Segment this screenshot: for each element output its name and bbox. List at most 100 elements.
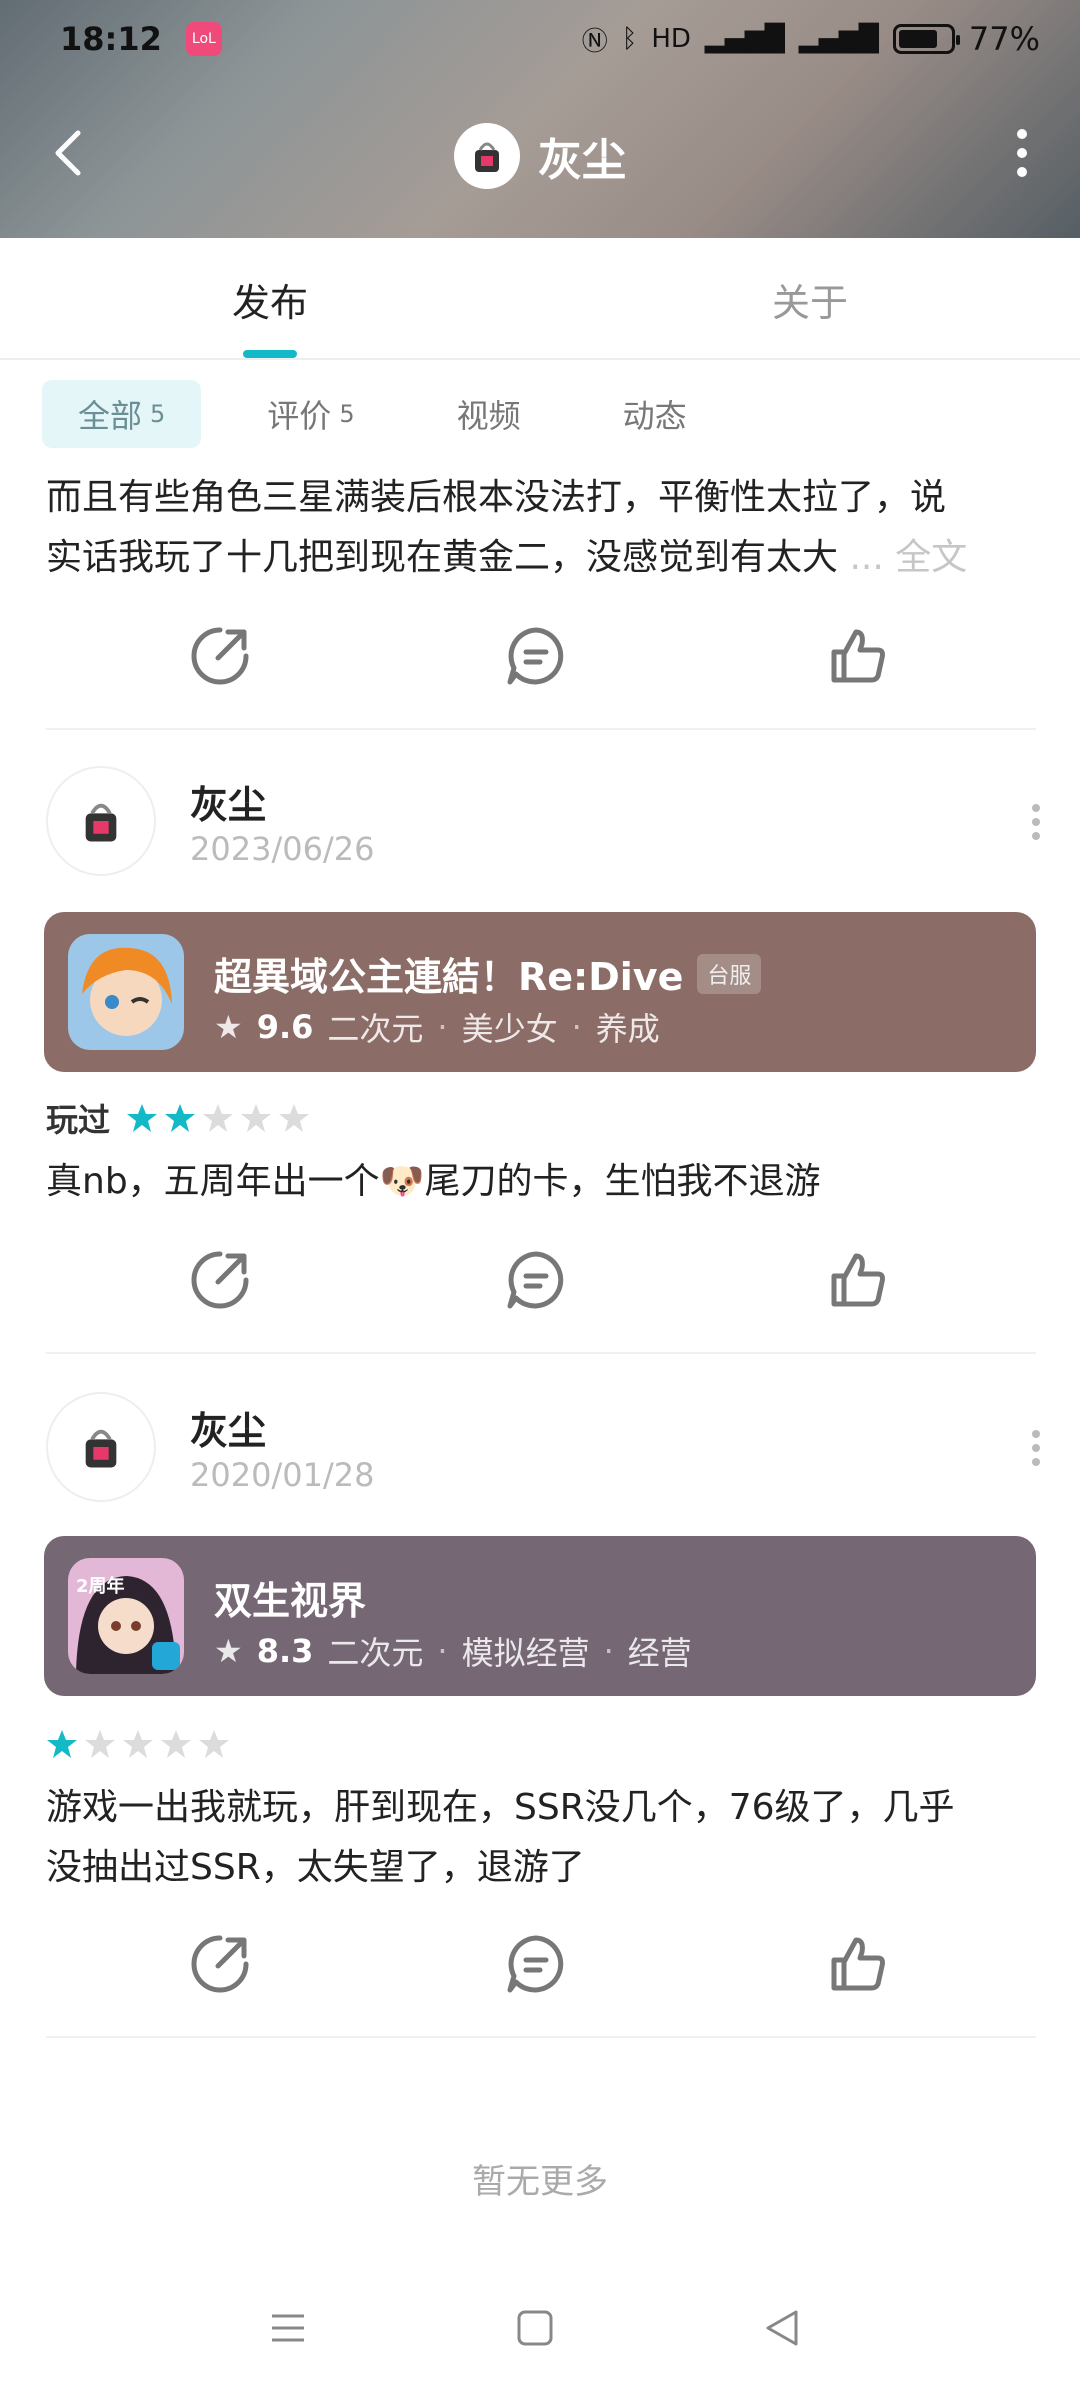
user-name[interactable]: 灰尘 [190,1400,266,1455]
share-icon [191,1935,249,1993]
game-name: 双生视界 [214,1579,367,1623]
menu-icon [272,2314,304,2342]
review-text-line: 游戏一出我就玩，肝到现在，SSR没几个，76级了，几乎 [46,1787,955,1828]
star-empty-icon [199,1730,229,1758]
review-more-button[interactable] [1026,804,1046,844]
menu-button[interactable] [258,2298,318,2358]
game-tag: 经营 [627,1634,692,1672]
hd-icon: HD [651,24,691,54]
review-date: 2020/01/28 [190,1456,375,1494]
tab-about[interactable]: 关于 [540,238,1080,358]
game-title: 双生视界 [214,1570,366,1625]
read-more-link[interactable]: ... 全文 [849,537,967,578]
divider [46,728,1036,730]
no-more-label: 暂无更多 [472,2162,608,2202]
tab-publish-label: 发布 [231,281,308,325]
game-meta: ★ 8.3 二次元 · 模拟经营 · 经营 [214,1628,692,1674]
top-nav: 灰尘 [0,115,1080,195]
comment-button[interactable] [496,616,576,696]
tab-publish[interactable]: 发布 [0,238,540,358]
tab-indicator [243,350,297,358]
rating [46,1722,230,1766]
post-text-line: 实话我玩了十几把到现在黄金二，没感觉到有太大 [46,537,839,578]
review-header: 灰尘 2023/06/26 [46,766,1046,878]
back-triangle-icon [766,2310,798,2346]
filter-all[interactable]: 全部 5 [42,380,202,448]
review-text[interactable]: 真nb，五周年出一个🐶尾刀的卡，生怕我不退游 [46,1152,1036,1212]
review-text-line: 真nb，五周年出一个🐶尾刀的卡，生怕我不退游 [46,1161,821,1202]
nav-back-button[interactable] [752,2298,812,2358]
star-empty-icon [279,1104,310,1132]
signal-4g-icon: ▂▄▆█ [704,24,785,54]
thumbs-up-icon [831,1937,885,1991]
share-icon [191,1251,249,1309]
game-tag: 养成 [595,1010,660,1048]
post-text-line: 而且有些角色三星满装后根本没法打，平衡性太拉了，说 [46,477,947,518]
game-icon [68,934,184,1050]
user-name[interactable]: 灰尘 [190,774,266,829]
star-empty-icon [85,1730,115,1758]
header-avatar[interactable] [454,123,520,189]
comment-icon [507,1935,564,1993]
bag-avatar-icon [85,803,117,842]
share-button[interactable] [180,1240,260,1320]
status-bar: 18:12 LoL Ⓝ ᛒ HD ▂▄▆█ ▂▄▆█ 77% [60,18,1040,60]
star-filled-icon [47,1730,77,1758]
filter-reviews-label: 评价 [267,397,332,435]
share-button[interactable] [180,1924,260,2004]
filter-all-label: 全部 [78,397,143,435]
review-more-button[interactable] [1026,1430,1046,1470]
like-button[interactable] [818,1924,898,2004]
like-button[interactable] [818,616,898,696]
review-text-line: 没抽出过SSR，太失望了，退游了 [46,1847,585,1888]
review-actions [0,1240,1080,1320]
comment-button[interactable] [496,1924,576,2004]
game-card[interactable]: 2周年 双生视界 ★ 8.3 二次元 · 模拟经营 · 经营 [44,1536,1036,1696]
star-icon: ★ [214,1008,243,1046]
share-button[interactable] [180,616,260,696]
game-title: 超異域公主連結！Re:Dive 台服 [214,946,762,1001]
comment-icon [507,1251,564,1309]
filter-reviews-count: 5 [339,400,355,428]
profile-header: 18:12 LoL Ⓝ ᛒ HD ▂▄▆█ ▂▄▆█ 77% 灰尘 [0,0,1080,238]
nfc-icon: Ⓝ [581,26,608,57]
thumbs-up-icon [831,629,885,683]
signal-4g-2-icon: ▂▄▆█ [798,24,879,54]
page-title: 灰尘 [538,135,626,186]
status-time: 18:12 [60,20,162,58]
filter-videos-label: 视频 [456,397,521,435]
share-icon [191,627,249,685]
game-score: 8.3 [256,1632,314,1670]
star-icon: ★ [214,1632,243,1670]
post-actions [0,616,1080,696]
like-button[interactable] [818,1240,898,1320]
game-score: 9.6 [256,1008,314,1046]
post-text[interactable]: 而且有些角色三星满装后根本没法打，平衡性太拉了，说 实话我玩了十几把到现在黄金二… [46,468,1036,588]
tab-about-label: 关于 [771,281,848,325]
more-options-button[interactable] [994,123,1050,183]
star-empty-icon [123,1730,153,1758]
home-button[interactable] [505,2298,565,2358]
avatar[interactable] [46,766,156,876]
avatar[interactable] [46,1392,156,1502]
filter-all-count: 5 [150,400,166,428]
divider [46,1352,1036,1354]
comment-button[interactable] [496,1240,576,1320]
comment-icon [507,627,564,685]
filter-videos[interactable]: 视频 [421,380,557,448]
filter-reviews[interactable]: 评价 5 [231,380,390,448]
game-card[interactable]: 超異域公主連結！Re:Dive 台服 ★ 9.6 二次元 · 美少女 · 养成 [44,912,1036,1072]
star-empty-icon [161,1730,191,1758]
app-notification-icon: LoL [185,22,222,56]
home-square-icon [517,2310,553,2346]
region-badge: 台服 [697,953,762,994]
review-actions [0,1924,1080,2004]
game-name: 超異域公主連結！Re:Dive [214,955,684,999]
review-text[interactable]: 游戏一出我就玩，肝到现在，SSR没几个，76级了，几乎 没抽出过SSR，太失望了… [46,1778,1036,1898]
filter-moments[interactable]: 动态 [587,380,723,448]
rating-label: 玩过 [46,1101,111,1139]
game-tag: 美少女 [461,1010,558,1048]
game-tag: 二次元 [327,1010,424,1048]
game-meta: ★ 9.6 二次元 · 美少女 · 养成 [214,1004,660,1050]
review-date: 2023/06/26 [190,830,375,868]
